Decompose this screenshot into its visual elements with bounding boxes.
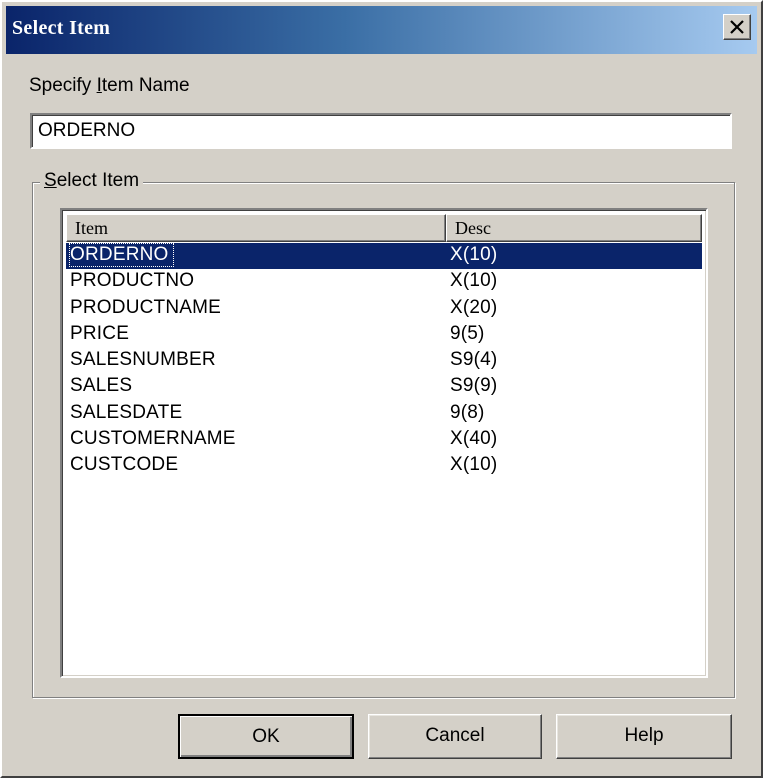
row-desc: 9(8) [450, 401, 485, 423]
title-bar[interactable]: Select Item [6, 6, 757, 54]
ok-button[interactable]: OK [178, 714, 354, 759]
row-item: CUSTCODE [70, 454, 179, 476]
list-row-selected[interactable]: ORDERNO X(10) [66, 243, 702, 270]
list-row[interactable]: CUSTCODE X(10) [66, 453, 702, 479]
row-desc: S9(4) [450, 349, 498, 371]
list-row[interactable]: PRODUCTNAME X(20) [66, 296, 702, 322]
list-row[interactable]: SALESNUMBER S9(4) [66, 348, 702, 374]
list-row[interactable]: SALES S9(9) [66, 374, 702, 400]
window-title: Select Item [12, 17, 111, 39]
row-desc: X(10) [450, 270, 498, 292]
row-item: PRODUCTNO [70, 270, 195, 292]
specify-item-name-label: Specify Item Name [29, 75, 190, 97]
specify-label-text: Specify Item Name [29, 75, 190, 96]
row-item: ORDERNO [69, 243, 174, 267]
close-button[interactable] [723, 14, 751, 40]
row-desc: X(20) [450, 296, 498, 318]
list-row[interactable]: SALESDATE 9(8) [66, 401, 702, 427]
row-item: SALES [70, 375, 133, 397]
row-item: CUSTOMERNAME [70, 428, 236, 450]
item-name-input[interactable] [30, 113, 732, 149]
row-desc: X(40) [450, 428, 498, 450]
column-header-desc[interactable]: Desc [446, 214, 702, 242]
item-list[interactable]: Item Desc ORDERNO X(10) PRODUCTNO X(10) … [60, 208, 708, 678]
row-desc: X(10) [450, 454, 498, 476]
list-header: Item Desc [66, 214, 702, 242]
row-item: SALESNUMBER [70, 349, 216, 371]
row-desc: X(10) [450, 244, 498, 265]
list-rows: ORDERNO X(10) PRODUCTNO X(10) PRODUCTNAM… [66, 243, 702, 480]
select-item-group-label: Select Item [40, 170, 144, 192]
cancel-button[interactable]: Cancel [368, 714, 542, 759]
help-button[interactable]: Help [556, 714, 732, 759]
column-header-item[interactable]: Item [66, 214, 446, 242]
select-item-dialog: Select Item Specify Item Name Select Ite… [0, 0, 763, 778]
close-icon [730, 20, 744, 34]
list-row[interactable]: PRICE 9(5) [66, 322, 702, 348]
list-row[interactable]: CUSTOMERNAME X(40) [66, 427, 702, 453]
list-row[interactable]: PRODUCTNO X(10) [66, 269, 702, 295]
row-item: PRICE [70, 322, 130, 344]
row-desc: S9(9) [450, 375, 498, 397]
row-item: SALESDATE [70, 401, 183, 423]
row-item: PRODUCTNAME [70, 296, 222, 318]
row-desc: 9(5) [450, 322, 485, 344]
